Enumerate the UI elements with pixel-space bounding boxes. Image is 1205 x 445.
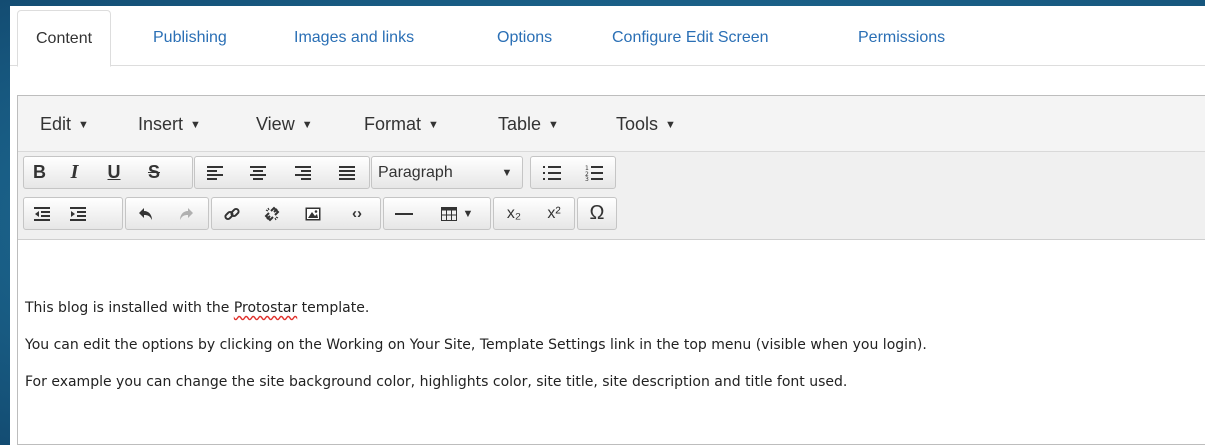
tab-images-and-links[interactable]: Images and links bbox=[294, 10, 414, 66]
horizontal-rule-button[interactable] bbox=[384, 198, 424, 229]
editor-toolbar: B I U S Paragraph ▼ 1 2 3 ‹› ▼ x₂ x² Ω bbox=[18, 152, 1205, 240]
align-right-button[interactable] bbox=[281, 157, 325, 188]
code-icon: ‹› bbox=[352, 205, 362, 222]
paragraph-1-text: This blog is installed with the bbox=[25, 300, 234, 316]
unlink-button[interactable] bbox=[252, 198, 292, 229]
superscript-button[interactable]: x² bbox=[534, 198, 574, 229]
redo-icon bbox=[180, 207, 193, 220]
unlink-icon bbox=[264, 206, 280, 221]
underline-button[interactable]: U bbox=[94, 157, 134, 188]
bold-button[interactable]: B bbox=[24, 157, 55, 188]
menu-tools-label: Tools bbox=[616, 114, 659, 134]
image-button[interactable] bbox=[292, 198, 334, 229]
image-icon bbox=[305, 207, 321, 220]
format-select-value: Paragraph bbox=[378, 163, 453, 181]
outdent-button[interactable] bbox=[24, 198, 60, 229]
caret-down-icon: ▼ bbox=[301, 119, 313, 131]
rule-table-group: ▼ bbox=[383, 197, 491, 230]
format-select[interactable]: Paragraph ▼ bbox=[371, 156, 523, 189]
align-left-button[interactable] bbox=[195, 157, 235, 188]
editor-menubar: Edit ▼ Insert ▼ View ▼ Format ▼ Table ▼ Tools… bbox=[18, 96, 1205, 152]
link-button[interactable] bbox=[212, 198, 252, 229]
menu-edit-label: Edit bbox=[40, 114, 72, 134]
special-char-group: Ω bbox=[577, 197, 617, 230]
undo-button[interactable] bbox=[126, 198, 166, 229]
bullet-list-icon bbox=[543, 165, 561, 180]
numbered-list-button[interactable]: 123 bbox=[573, 157, 615, 188]
list-group: 123 bbox=[530, 156, 616, 189]
undo-icon bbox=[139, 207, 152, 220]
caret-down-icon: ▼ bbox=[548, 119, 559, 131]
align-justify-button[interactable] bbox=[325, 157, 369, 188]
menu-insert[interactable]: Insert ▼ bbox=[138, 114, 201, 135]
numbered-list-icon: 123 bbox=[585, 165, 603, 181]
history-group bbox=[125, 197, 209, 230]
tab-content[interactable]: Content bbox=[17, 10, 112, 67]
tab-publishing[interactable]: Publishing bbox=[153, 10, 227, 66]
tab-configure-edit-screen[interactable]: Configure Edit Screen bbox=[612, 10, 769, 66]
indent-icon bbox=[70, 206, 86, 221]
align-center-icon bbox=[250, 165, 266, 180]
alignment-group bbox=[194, 156, 370, 189]
tab-options[interactable]: Options bbox=[497, 10, 552, 66]
caret-down-icon: ▼ bbox=[428, 119, 439, 131]
bullet-list-button[interactable] bbox=[531, 157, 573, 188]
redo-button[interactable] bbox=[166, 198, 206, 229]
tab-bar: Content Publishing Images and links Opti… bbox=[10, 6, 1205, 67]
menu-format-label: Format bbox=[364, 114, 422, 134]
italic-button[interactable]: I bbox=[55, 157, 94, 188]
rich-text-editor: Edit ▼ Insert ▼ View ▼ Format ▼ Table ▼ Tools… bbox=[17, 95, 1205, 445]
paragraph-3: For example you can change the site back… bbox=[25, 374, 848, 390]
caret-down-icon: ▼ bbox=[190, 119, 201, 131]
text-style-group: B I U S bbox=[23, 156, 193, 189]
menu-table[interactable]: Table ▼ bbox=[498, 114, 559, 135]
indent-button[interactable] bbox=[60, 198, 96, 229]
menu-tools[interactable]: Tools ▼ bbox=[616, 114, 676, 135]
caret-down-icon: ▼ bbox=[78, 119, 89, 131]
indent-group bbox=[23, 197, 123, 230]
align-justify-icon bbox=[339, 165, 355, 180]
svg-text:3: 3 bbox=[585, 176, 589, 181]
script-group: x₂ x² bbox=[493, 197, 575, 230]
horizontal-rule-icon bbox=[395, 212, 413, 215]
menu-view[interactable]: View ▼ bbox=[256, 114, 313, 135]
align-left-icon bbox=[207, 165, 223, 180]
paragraph-1: This blog is installed with the Protosta… bbox=[25, 300, 369, 316]
paragraph-2: You can edit the options by clicking on … bbox=[25, 337, 927, 353]
insert-group: ‹› bbox=[211, 197, 381, 230]
align-right-icon bbox=[295, 165, 311, 180]
caret-down-icon: ▼ bbox=[665, 119, 676, 131]
caret-down-icon: ▼ bbox=[462, 207, 474, 220]
strikethrough-button[interactable]: S bbox=[134, 157, 174, 188]
article-editor-panel: Content Publishing Images and links Opti… bbox=[10, 6, 1205, 445]
menu-format[interactable]: Format ▼ bbox=[364, 114, 439, 135]
caret-down-icon: ▼ bbox=[501, 166, 513, 179]
paragraph-1-tail: template. bbox=[297, 300, 370, 316]
align-center-button[interactable] bbox=[235, 157, 281, 188]
misspelled-word: Protostar bbox=[233, 300, 298, 316]
table-icon bbox=[440, 206, 457, 221]
menu-insert-label: Insert bbox=[138, 114, 184, 134]
menu-view-label: View bbox=[256, 114, 295, 134]
table-button[interactable]: ▼ bbox=[424, 198, 490, 229]
menu-table-label: Table bbox=[498, 114, 542, 134]
editor-content-area[interactable]: This blog is installed with the Protosta… bbox=[18, 240, 1205, 440]
code-button[interactable]: ‹› bbox=[334, 198, 380, 229]
tab-permissions[interactable]: Permissions bbox=[858, 10, 945, 66]
special-character-button[interactable]: Ω bbox=[578, 198, 616, 229]
menu-edit[interactable]: Edit ▼ bbox=[40, 114, 89, 135]
outdent-icon bbox=[34, 206, 50, 221]
link-icon bbox=[224, 207, 240, 220]
subscript-button[interactable]: x₂ bbox=[494, 198, 534, 229]
